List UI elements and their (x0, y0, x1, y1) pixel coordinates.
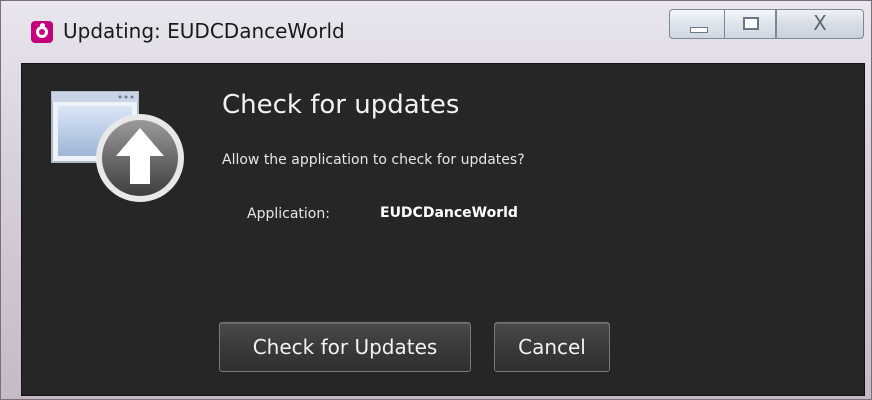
close-button[interactable]: X (776, 9, 864, 39)
app-window: Updating: EUDCDanceWorld X Check for upd… (0, 0, 872, 400)
check-for-updates-button[interactable]: Check for Updates (219, 322, 471, 372)
minimize-icon (690, 27, 708, 33)
cancel-button[interactable]: Cancel (494, 322, 610, 372)
maximize-icon (743, 17, 759, 30)
app-logo-icon (31, 21, 53, 43)
update-arrow-icon (51, 91, 184, 202)
application-label: Application: (247, 206, 330, 222)
dialog-question: Allow the application to check for updat… (222, 152, 525, 168)
close-icon: X (813, 11, 827, 35)
maximize-button[interactable] (724, 9, 776, 39)
application-name: EUDCDanceWorld (380, 205, 518, 221)
window-title: Updating: EUDCDanceWorld (63, 19, 345, 43)
dialog-heading: Check for updates (222, 90, 460, 120)
title-bar[interactable]: Updating: EUDCDanceWorld X (1, 1, 871, 63)
dialog-panel: Check for updates Allow the application … (21, 63, 865, 396)
minimize-button[interactable] (669, 9, 725, 39)
